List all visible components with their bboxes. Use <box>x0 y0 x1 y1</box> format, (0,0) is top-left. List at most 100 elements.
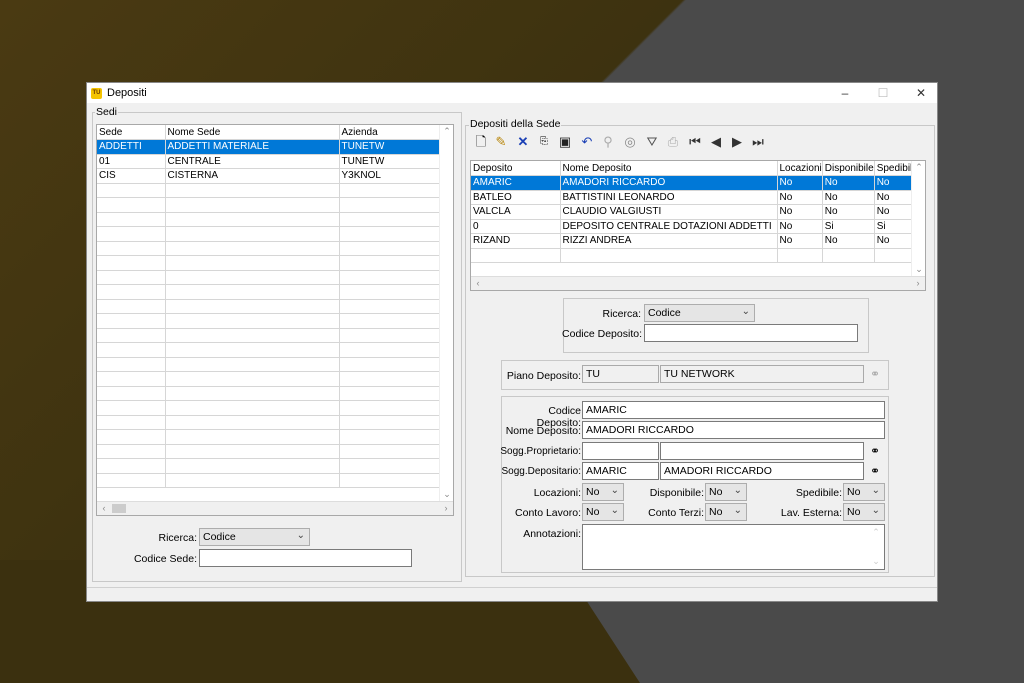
delete-icon[interactable]: ✕ <box>515 134 531 150</box>
table-cell <box>822 248 875 263</box>
table-cell <box>471 248 561 263</box>
first-icon[interactable]: ⏮ <box>687 134 703 150</box>
table-cell <box>339 212 441 227</box>
edit-icon[interactable]: ✎ <box>493 134 509 150</box>
empty-row <box>97 183 444 198</box>
table-cell <box>97 183 166 198</box>
column-header[interactable]: Disponibile <box>822 161 875 176</box>
table-row[interactable]: BATLEO BATTISTINI LEONARDO No No No <box>471 190 919 205</box>
disponibile-select[interactable]: No ⌄ <box>705 483 747 501</box>
empty-row <box>97 226 444 242</box>
empty-row <box>97 444 444 459</box>
scroll-up-icon[interactable]: ⌃ <box>869 527 883 538</box>
proprietario-name-input[interactable] <box>660 442 864 460</box>
empty-row <box>97 212 444 227</box>
proprietario-code-input[interactable] <box>582 442 659 460</box>
conto-terzi-select[interactable]: No ⌄ <box>705 503 747 521</box>
scroll-up-icon[interactable]: ⌃ <box>440 126 453 137</box>
detail-nome-input[interactable]: AMADORI RICCARDO <box>582 421 885 439</box>
binoculars-icon[interactable]: ⚭ <box>866 365 884 383</box>
scroll-left-icon[interactable]: ‹ <box>471 278 485 288</box>
column-header[interactable]: Nome Sede <box>165 125 340 140</box>
table-cell: No <box>822 233 875 249</box>
table-cell: AMARIC <box>471 175 561 191</box>
empty-row <box>97 284 444 300</box>
table-cell <box>97 241 166 256</box>
codice-sede-input[interactable] <box>199 549 412 567</box>
table-row[interactable]: VALCLA CLAUDIO VALGIUSTI No No No <box>471 204 919 220</box>
table-row[interactable]: 0 DEPOSITO CENTRALE DOTAZIONI ADDETTI No Si… <box>471 219 919 234</box>
title-bar: TU Depositi – ☐ ✕ <box>87 83 937 103</box>
lav-esterna-label: Lav. Esterna: <box>780 507 842 519</box>
scroll-down-icon[interactable]: ⌄ <box>869 556 883 567</box>
binoculars-icon[interactable]: ⚭ <box>866 442 884 460</box>
sedi-vertical-scrollbar[interactable]: ⌃ ⌄ <box>439 125 453 501</box>
globe-icon[interactable]: ◎ <box>622 134 638 150</box>
table-cell <box>165 400 340 416</box>
save-icon[interactable]: ▣ <box>557 134 573 150</box>
undo-icon[interactable]: ↶ <box>579 134 595 150</box>
empty-row <box>97 386 444 401</box>
table-row[interactable]: CIS CISTERNA Y3KNOL <box>97 168 444 184</box>
table-cell: No <box>822 175 875 191</box>
depositario-code-input[interactable]: AMARIC <box>582 462 659 480</box>
table-row[interactable]: AMARIC AMADORI RICCARDO No No No <box>471 175 919 191</box>
table-cell <box>339 371 441 387</box>
depositi-ricerca-value: Codice <box>648 307 681 319</box>
maximize-button[interactable]: ☐ <box>873 85 893 101</box>
lav-esterna-select[interactable]: No ⌄ <box>843 503 885 521</box>
column-header[interactable]: Azienda <box>339 125 441 140</box>
scroll-right-icon[interactable]: › <box>439 503 453 513</box>
disponibile-value: No <box>709 486 723 498</box>
annotazioni-textarea[interactable]: ⌃ ⌄ <box>582 524 885 570</box>
scroll-left-icon[interactable]: ‹ <box>97 503 111 513</box>
sedi-ricerca-select[interactable]: Codice ⌄ <box>199 528 310 546</box>
chevron-down-icon: ⌄ <box>733 505 742 516</box>
locazioni-select[interactable]: No ⌄ <box>582 483 624 501</box>
table-row[interactable]: ADDETTI ADDETTI MATERIALE TUNETW <box>97 139 444 155</box>
codice-deposito-search-input[interactable] <box>644 324 858 342</box>
new-icon[interactable]: 🗋 <box>473 134 489 150</box>
next-icon[interactable]: ▶ <box>729 134 745 150</box>
scroll-up-icon[interactable]: ⌃ <box>912 162 925 173</box>
depositi-ricerca-select[interactable]: Codice ⌄ <box>644 304 755 322</box>
detail-codice-input[interactable]: AMARIC <box>582 401 885 419</box>
depositario-name-input[interactable]: AMADORI RICCARDO <box>660 462 864 480</box>
column-header[interactable]: Nome Deposito <box>560 161 778 176</box>
scroll-down-icon[interactable]: ⌄ <box>440 489 453 500</box>
filter-icon[interactable]: ⛛ <box>644 134 660 150</box>
sedi-grid[interactable]: Sede Nome Sede Azienda ADDETTI ADDETTI MATER… <box>96 124 454 516</box>
table-row[interactable]: 01 CENTRALE TUNETW <box>97 154 444 169</box>
piano-name-field: TU NETWORK <box>660 365 864 383</box>
depositi-horizontal-scrollbar[interactable]: ‹ › <box>471 276 925 290</box>
minimize-button[interactable]: – <box>835 85 855 101</box>
conto-lavoro-label: Conto Lavoro: <box>515 507 581 519</box>
sedi-group-label: Sedi <box>95 106 119 118</box>
annotazioni-label: Annotazioni: <box>523 528 581 540</box>
close-button[interactable]: ✕ <box>911 85 931 101</box>
column-header[interactable]: Sede <box>97 125 166 140</box>
table-cell: TUNETW <box>339 139 441 155</box>
scroll-thumb[interactable] <box>112 504 126 513</box>
depositi-vertical-scrollbar[interactable]: ⌃ ⌄ <box>911 161 925 276</box>
empty-row <box>97 197 444 213</box>
binoculars-icon[interactable]: ⚭ <box>866 462 884 480</box>
conto-terzi-label: Conto Terzi: <box>648 507 704 519</box>
search-icon[interactable]: ⚲ <box>600 134 616 150</box>
prev-icon[interactable]: ◀ <box>708 134 724 150</box>
copy-icon[interactable]: ⎘ <box>536 134 552 150</box>
table-cell <box>165 357 340 372</box>
depositi-grid[interactable]: Deposito Nome Deposito Locazioni Disponibil… <box>470 160 926 291</box>
print-icon[interactable]: ⎙ <box>665 134 681 150</box>
scroll-down-icon[interactable]: ⌄ <box>912 264 925 275</box>
column-header[interactable]: Locazioni <box>777 161 823 176</box>
column-header[interactable]: Deposito <box>471 161 561 176</box>
table-cell: ADDETTI <box>97 139 166 155</box>
scroll-right-icon[interactable]: › <box>911 278 925 288</box>
empty-row <box>97 255 444 271</box>
spedibile-select[interactable]: No ⌄ <box>843 483 885 501</box>
conto-lavoro-select[interactable]: No ⌄ <box>582 503 624 521</box>
last-icon[interactable]: ⏭ <box>750 134 766 150</box>
table-row[interactable]: RIZAND RIZZI ANDREA No No No <box>471 233 919 249</box>
sedi-horizontal-scrollbar[interactable]: ‹ › <box>97 501 453 515</box>
